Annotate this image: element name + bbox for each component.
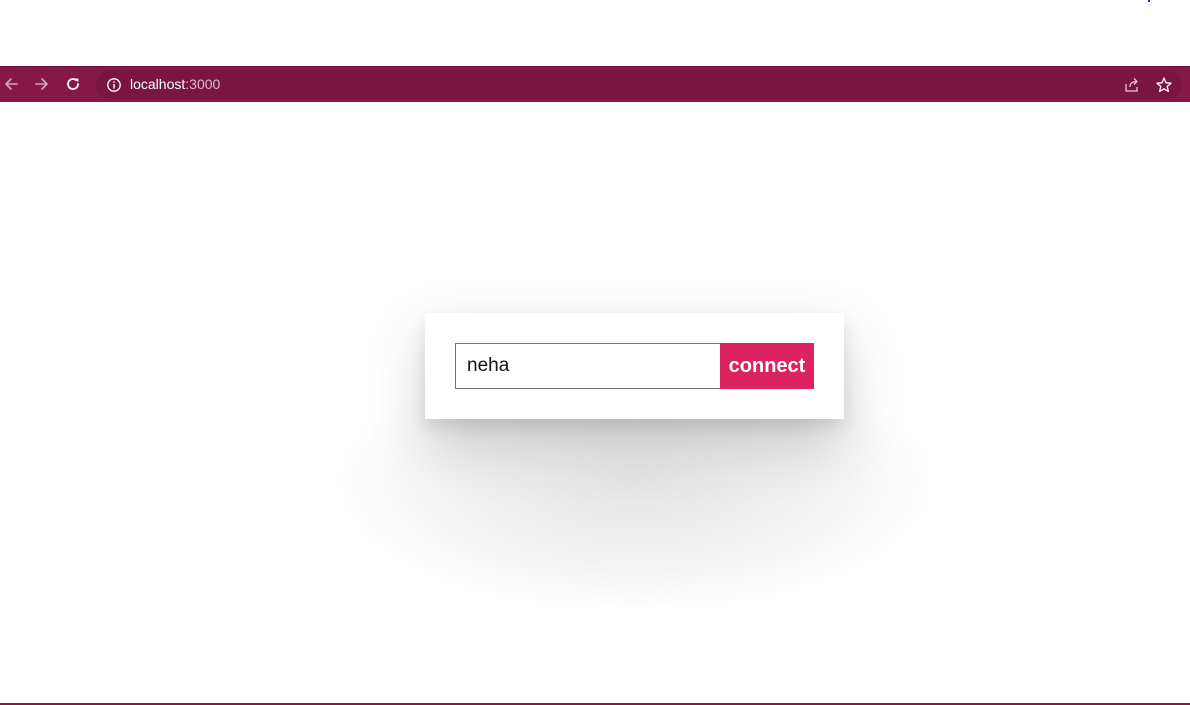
corner-dot [1148,0,1150,2]
window-top-area [0,0,1190,66]
url-text[interactable]: localhost:3000 [130,76,220,92]
star-icon[interactable] [1155,76,1173,94]
share-icon[interactable] [1123,76,1141,94]
reload-icon[interactable] [63,74,83,94]
username-input[interactable] [455,343,720,389]
url-host: localhost [130,76,186,92]
connect-button[interactable]: connect [720,343,814,389]
forward-arrow-icon[interactable] [32,74,52,94]
browser-toolbar: localhost:3000 [0,66,1190,102]
connect-card: connect [425,313,844,419]
info-icon[interactable] [106,77,122,93]
back-arrow-icon[interactable] [1,74,21,94]
address-bar[interactable]: localhost:3000 [96,70,1182,99]
url-port: :3000 [185,76,221,92]
